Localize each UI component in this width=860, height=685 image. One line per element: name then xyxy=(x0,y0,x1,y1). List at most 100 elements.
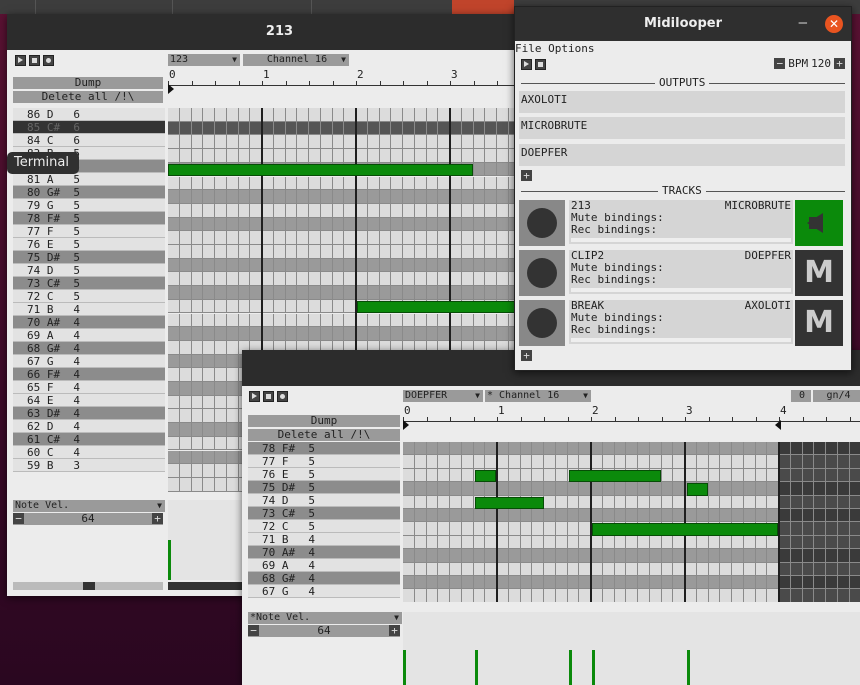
grid-cell[interactable] xyxy=(367,286,380,300)
grid-cell[interactable] xyxy=(696,442,709,456)
grid-cell[interactable] xyxy=(426,135,439,150)
grid-cell[interactable] xyxy=(826,468,838,483)
grid-cell[interactable] xyxy=(720,589,732,602)
grid-cell[interactable] xyxy=(497,562,509,576)
grid-cell[interactable] xyxy=(450,589,462,602)
mute-toggle-button[interactable]: M xyxy=(795,300,843,346)
mute-toggle-button[interactable]: M xyxy=(795,250,843,296)
grid-cell[interactable] xyxy=(461,217,474,232)
grid-cell[interactable] xyxy=(191,395,204,410)
grid-cell[interactable] xyxy=(379,203,392,218)
grid-cell[interactable] xyxy=(544,455,556,469)
grid-cell[interactable] xyxy=(215,395,227,410)
grid-cell[interactable] xyxy=(168,340,180,355)
grid-cell[interactable] xyxy=(555,535,568,550)
grid-cell[interactable] xyxy=(226,340,239,355)
grid-cell[interactable] xyxy=(262,231,274,245)
grid-cell[interactable] xyxy=(743,495,756,509)
grid-cell[interactable] xyxy=(837,522,850,536)
grid-cell[interactable] xyxy=(602,535,615,550)
grid-cell[interactable] xyxy=(661,482,674,496)
grid-cell[interactable] xyxy=(497,245,509,259)
grid-cell[interactable] xyxy=(720,562,732,576)
grid-cell[interactable] xyxy=(485,313,497,328)
piano-key[interactable]: 59 B 3 xyxy=(13,459,165,472)
grid-cell[interactable] xyxy=(168,436,180,451)
grid-cell[interactable] xyxy=(332,231,345,245)
piano-key[interactable]: 78 F# 5 xyxy=(248,442,400,455)
grid-cell[interactable] xyxy=(191,477,204,492)
grid-cell[interactable] xyxy=(215,258,227,273)
grid-cell[interactable] xyxy=(403,468,415,483)
grid-cell[interactable] xyxy=(826,522,838,536)
grid-cell[interactable] xyxy=(356,231,368,245)
grid-cell[interactable] xyxy=(461,272,474,287)
grid-cell[interactable] xyxy=(849,522,860,536)
grid-cell[interactable] xyxy=(438,468,450,483)
grid-cell[interactable] xyxy=(168,354,180,369)
grid-cell[interactable] xyxy=(203,176,215,191)
grid-cell[interactable] xyxy=(262,135,274,150)
grid-cell[interactable] xyxy=(426,313,439,328)
grid-cell[interactable] xyxy=(426,495,439,509)
grid-cell[interactable] xyxy=(179,450,192,465)
grid-cell[interactable] xyxy=(473,327,486,341)
track-info[interactable]: CLIP2 DOEPFER Mute bindings: Rec bindings: xyxy=(569,250,793,294)
grid-cell[interactable] xyxy=(403,549,415,563)
grid-cell[interactable] xyxy=(215,313,227,328)
grid-cell[interactable] xyxy=(426,190,439,204)
grid-cell[interactable] xyxy=(837,442,850,456)
piano-key[interactable]: 64 E 4 xyxy=(13,394,165,407)
grid-cell[interactable] xyxy=(661,549,674,563)
grid-cell[interactable] xyxy=(203,464,215,478)
grid-cell[interactable] xyxy=(826,482,838,496)
grid-cell[interactable] xyxy=(826,576,838,590)
grid-cell[interactable] xyxy=(367,149,380,163)
grid-cell[interactable] xyxy=(332,176,345,191)
grid-cell[interactable] xyxy=(790,482,803,496)
grid-cell[interactable] xyxy=(179,368,192,382)
grid-cell[interactable] xyxy=(414,176,427,191)
grid-cell[interactable] xyxy=(191,108,204,122)
grid-cell[interactable] xyxy=(379,149,392,163)
grid-cell[interactable] xyxy=(297,272,309,287)
grid-cell[interactable] xyxy=(779,589,791,602)
grid-cell[interactable] xyxy=(332,258,345,273)
grid-cell[interactable] xyxy=(403,217,415,232)
grid-cell[interactable] xyxy=(438,589,450,602)
grid-cell[interactable] xyxy=(168,368,180,382)
grid-cell[interactable] xyxy=(356,121,368,136)
grid-cell[interactable] xyxy=(203,272,215,287)
grid-cell[interactable] xyxy=(285,245,298,259)
grid-cell[interactable] xyxy=(591,576,603,590)
grid-cell[interactable] xyxy=(720,442,732,456)
grid-cell[interactable] xyxy=(732,549,744,563)
grid-cell[interactable] xyxy=(191,327,204,341)
grid-cell[interactable] xyxy=(179,176,192,191)
grid-cell[interactable] xyxy=(497,482,509,496)
grid-cell[interactable] xyxy=(379,121,392,136)
grid-cell[interactable] xyxy=(826,589,838,602)
grid-cell[interactable] xyxy=(638,495,650,509)
grid-cell[interactable] xyxy=(426,272,439,287)
grid-cell[interactable] xyxy=(403,535,415,550)
grid-cell[interactable] xyxy=(485,258,497,273)
grid-cell[interactable] xyxy=(450,509,462,523)
grid-cell[interactable] xyxy=(320,135,333,150)
grid-cell[interactable] xyxy=(391,203,403,218)
grid-cell[interactable] xyxy=(802,576,815,590)
track-info[interactable]: 213 MICROBRUTE Mute bindings: Rec bindings: xyxy=(569,200,793,244)
grid-cell[interactable] xyxy=(356,176,368,191)
grid-cell[interactable] xyxy=(485,272,497,287)
grid-cell[interactable] xyxy=(602,509,615,523)
grid-cell[interactable] xyxy=(391,272,403,287)
grid-cell[interactable] xyxy=(638,549,650,563)
grid-cell[interactable] xyxy=(168,450,180,465)
grid-cell[interactable] xyxy=(262,258,274,273)
grid-cell[interactable] xyxy=(485,286,497,300)
grid-cell[interactable] xyxy=(320,203,333,218)
grid-cell[interactable] xyxy=(179,108,192,122)
grid-cell[interactable] xyxy=(626,495,638,509)
grid-cell[interactable] xyxy=(591,509,603,523)
grid-cell[interactable] xyxy=(497,576,509,590)
